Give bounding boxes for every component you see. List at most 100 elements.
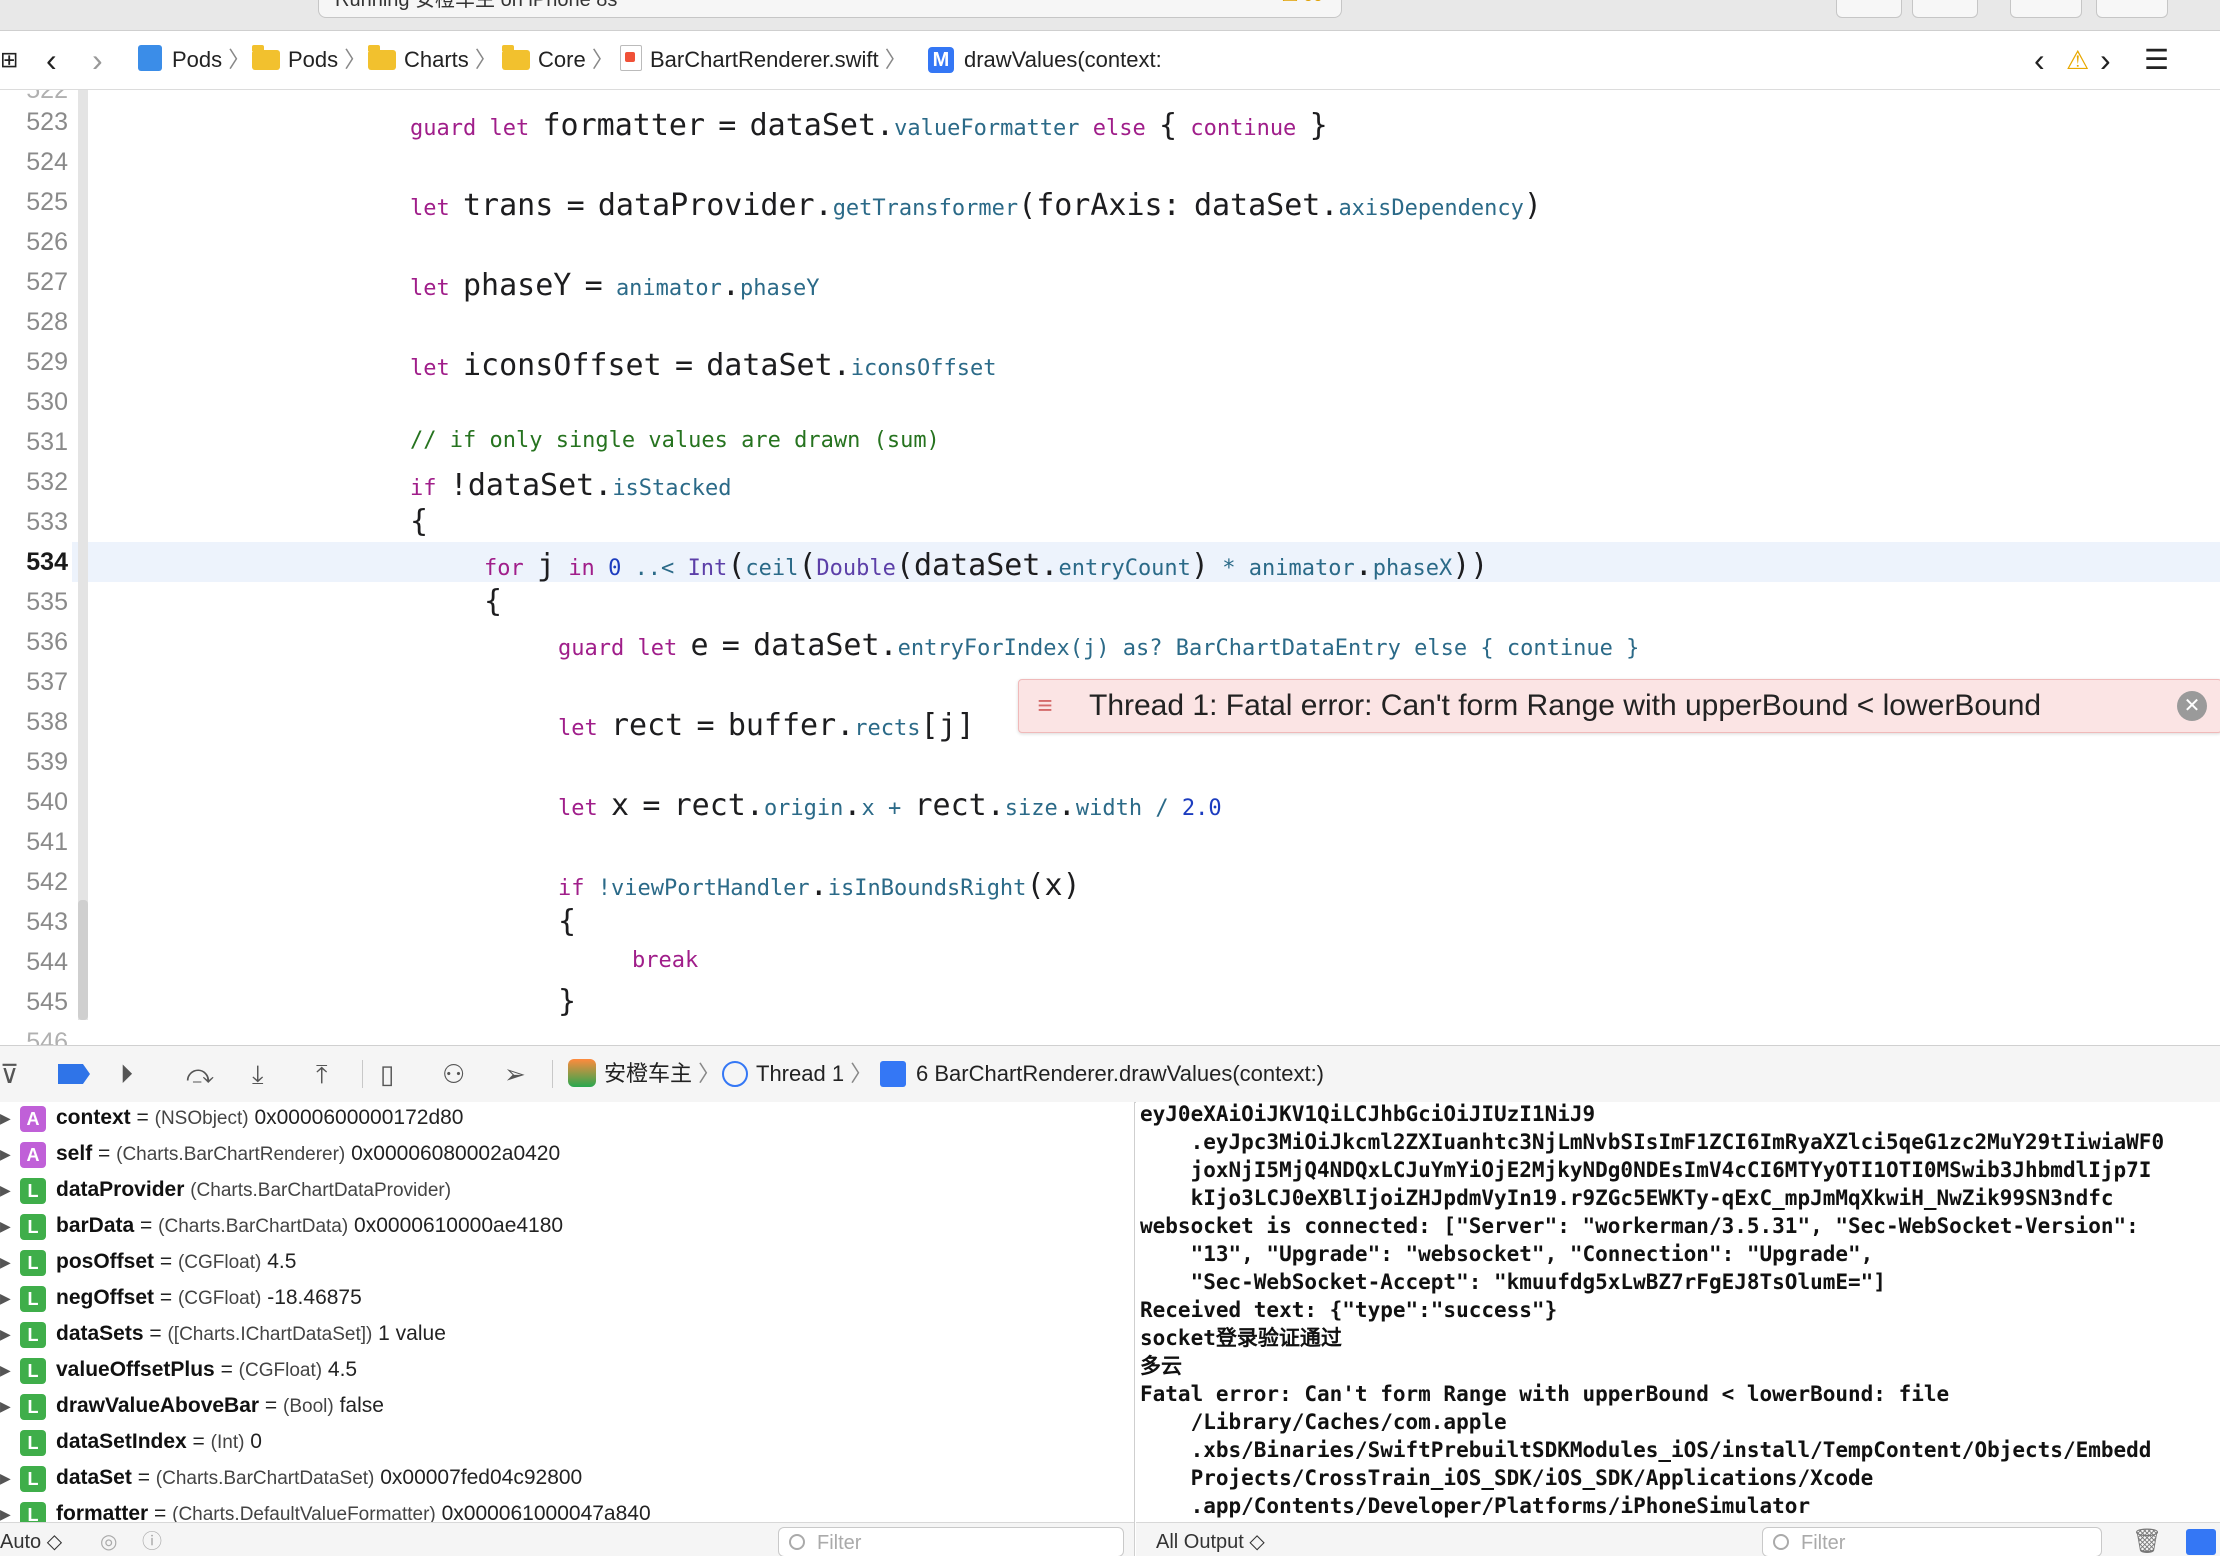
forward-arrow-icon[interactable]: ›	[92, 31, 103, 89]
step-over-icon[interactable]: ⤼	[186, 1056, 214, 1092]
variable-text: drawValueAboveBar = (Bool) false	[56, 1394, 384, 1417]
console-line: websocket is connected: ["Server": "work…	[1140, 1214, 2139, 1238]
split-console-icon[interactable]	[2186, 1529, 2216, 1555]
variable-text: dataSetIndex = (Int) 0	[56, 1430, 262, 1453]
breakpoints-toggle-icon[interactable]	[58, 1064, 90, 1084]
debug-breadcrumb-app[interactable]: 安橙车主 〉	[568, 1046, 720, 1102]
line-number: 542	[26, 868, 68, 896]
console-line: Projects/CrossTrain_iOS_SDK/iOS_SDK/Appl…	[1140, 1466, 1874, 1490]
console-output[interactable]: eyJ0eXAiOiJKV1QiLCJhbGciOiJIUzI1NiJ9 .ey…	[1136, 1102, 2220, 1556]
variable-kind-badge: A	[20, 1106, 46, 1132]
variable-kind-badge: L	[20, 1430, 46, 1456]
variable-kind-badge: L	[20, 1286, 46, 1312]
error-message: Thread 1: Fatal error: Can't form Range …	[1089, 689, 2042, 722]
back-arrow-icon[interactable]: ‹	[46, 31, 57, 89]
variable-text: dataProvider (Charts.BarChartDataProvide…	[56, 1172, 451, 1209]
toolbar-library-button[interactable]	[1836, 0, 1902, 18]
editor-menu-icon[interactable]: ☰	[2144, 31, 2169, 89]
toolbar-navigator-toggle[interactable]	[2010, 0, 2082, 18]
issue-list-icon[interactable]: ≡	[1019, 680, 1071, 732]
stack-frame-icon	[880, 1061, 906, 1087]
variable-type: (Charts.BarChartRenderer)	[116, 1144, 346, 1165]
debug-breadcrumb-frame[interactable]: 6 BarChartRenderer.drawValues(context:)	[880, 1046, 1324, 1102]
line-number: 531	[26, 428, 68, 456]
breadcrumb-group-core[interactable]: Core 〉	[502, 31, 614, 89]
breadcrumb-method[interactable]: MdrawValues(context:	[928, 31, 1162, 89]
code-line-536: guard let e = dataSet.entryForIndex(j) a…	[558, 628, 1640, 663]
variable-type: ([Charts.IChartDataSet])	[167, 1324, 373, 1345]
memory-graph-icon[interactable]: ⚇	[442, 1056, 465, 1092]
disclosure-triangle-icon[interactable]: ▶	[0, 1172, 11, 1208]
project-icon	[138, 45, 162, 71]
code-line-545: }	[558, 984, 577, 1019]
disclosure-triangle-icon[interactable]: ▶	[0, 1316, 11, 1352]
warning-count: 60	[1303, 0, 1323, 5]
breadcrumb-file[interactable]: BarChartRenderer.swift 〉	[620, 31, 907, 89]
debug-bar: ⊽ ⏵ ⤼ ⤓ ⤒ ▯ ⚇ ➢ 安橙车主 〉 Thread 1 〉 6 BarC…	[0, 1045, 2220, 1103]
step-into-icon[interactable]: ⤓	[252, 1056, 264, 1092]
variable-type: (Charts.BarChartDataProvider)	[190, 1180, 452, 1201]
variable-name: self	[56, 1142, 93, 1165]
line-number: 541	[26, 828, 68, 856]
disclosure-triangle-icon[interactable]: ▶	[0, 1208, 11, 1244]
next-issue-icon[interactable]: ›	[2100, 31, 2111, 89]
warning-count-badge[interactable]: ⚠ 60	[1282, 0, 1323, 6]
breadcrumb-project-pods[interactable]: Pods 〉	[138, 31, 250, 89]
variable-name: valueOffsetPlus	[56, 1358, 215, 1381]
previous-issue-icon[interactable]: ‹	[2034, 31, 2045, 89]
hide-debug-area-icon[interactable]: ⊽	[0, 1056, 19, 1092]
variable-type: (CGFloat)	[177, 1288, 262, 1309]
runtime-error-banner[interactable]: ≡ Thread 1: Fatal error: Can't form Rang…	[1018, 679, 2220, 733]
breadcrumb-group-charts[interactable]: Charts 〉	[368, 31, 497, 89]
disclosure-triangle-icon[interactable]: ▶	[0, 1280, 11, 1316]
toolbar-debug-area-toggle[interactable]	[2096, 0, 2168, 18]
disclosure-triangle-icon[interactable]: ▶	[0, 1102, 11, 1136]
thread-icon	[722, 1061, 748, 1087]
info-icon[interactable]: ⓘ	[142, 1527, 162, 1556]
console-line: "Sec-WebSocket-Accept": "kmuufdg5xLwBZ7r…	[1140, 1270, 1886, 1294]
console-line: Fatal error: Can't form Range with upper…	[1140, 1382, 1950, 1406]
variable-kind-badge: L	[20, 1214, 46, 1240]
line-number: 543	[26, 908, 68, 936]
disclosure-triangle-icon[interactable]: ▶	[0, 1388, 11, 1424]
disclosure-triangle-icon[interactable]: ▶	[0, 1352, 11, 1388]
debug-breadcrumb-thread[interactable]: Thread 1 〉	[722, 1046, 872, 1102]
toolbar-editor-options-button[interactable]	[1912, 0, 1978, 18]
variable-name: dataProvider	[56, 1178, 185, 1201]
close-icon[interactable]: ✕	[2177, 691, 2207, 721]
disclosure-triangle-icon[interactable]: ▶	[0, 1136, 11, 1172]
output-selector[interactable]: All Output ◇	[1156, 1527, 1265, 1556]
console-footer: All Output ◇ Filter 🗑	[1136, 1522, 2220, 1556]
variable-text: posOffset = (CGFloat) 4.5	[56, 1250, 297, 1273]
code-line-523: guard let formatter = dataSet.valueForma…	[410, 108, 1328, 143]
console-filter-input[interactable]: Filter	[1762, 1527, 2102, 1556]
activity-status-text: Running 安橙车主 on iPhone 8s	[335, 0, 618, 11]
disclosure-triangle-icon[interactable]: ▶	[0, 1244, 11, 1280]
line-number: 530	[26, 388, 68, 416]
source-editor[interactable]: 522 523 524 525 526 527 528 529 530 531 …	[0, 90, 2220, 1045]
warning-icon[interactable]: ⚠	[2066, 31, 2089, 89]
eye-icon[interactable]: ◎	[100, 1527, 117, 1556]
variable-kind-badge: L	[20, 1322, 46, 1348]
variables-view[interactable]: ▶ Acontext = (NSObject) 0x0000600000172d8…	[0, 1102, 1135, 1556]
disclosure-triangle-icon[interactable]: ▶	[0, 1460, 11, 1496]
app-icon	[568, 1059, 596, 1087]
code-line-529: let iconsOffset = dataSet.iconsOffset	[410, 348, 997, 383]
swift-file-icon	[620, 45, 642, 71]
trash-icon[interactable]: 🗑	[2132, 1527, 2162, 1556]
line-number: 544	[26, 948, 68, 976]
variable-name: barData	[56, 1214, 135, 1237]
continue-icon[interactable]: ⏵	[120, 1056, 133, 1092]
simulate-location-icon[interactable]: ➢	[504, 1056, 526, 1092]
related-items-icon[interactable]: ⊞	[0, 31, 18, 89]
folder-icon	[368, 45, 396, 70]
step-out-icon[interactable]: ⤒	[316, 1056, 328, 1092]
view-hierarchy-icon[interactable]: ▯	[380, 1056, 394, 1092]
code-folding-ribbon[interactable]	[78, 90, 88, 1020]
breadcrumb-group-pods[interactable]: Pods 〉	[252, 31, 366, 89]
variables-filter-input[interactable]: Filter	[778, 1527, 1124, 1556]
variables-scope-selector[interactable]: Auto ◇	[0, 1527, 62, 1556]
code-line-543: {	[558, 904, 577, 939]
variable-text: negOffset = (CGFloat) -18.46875	[56, 1286, 362, 1309]
variable-value: false	[339, 1394, 384, 1417]
